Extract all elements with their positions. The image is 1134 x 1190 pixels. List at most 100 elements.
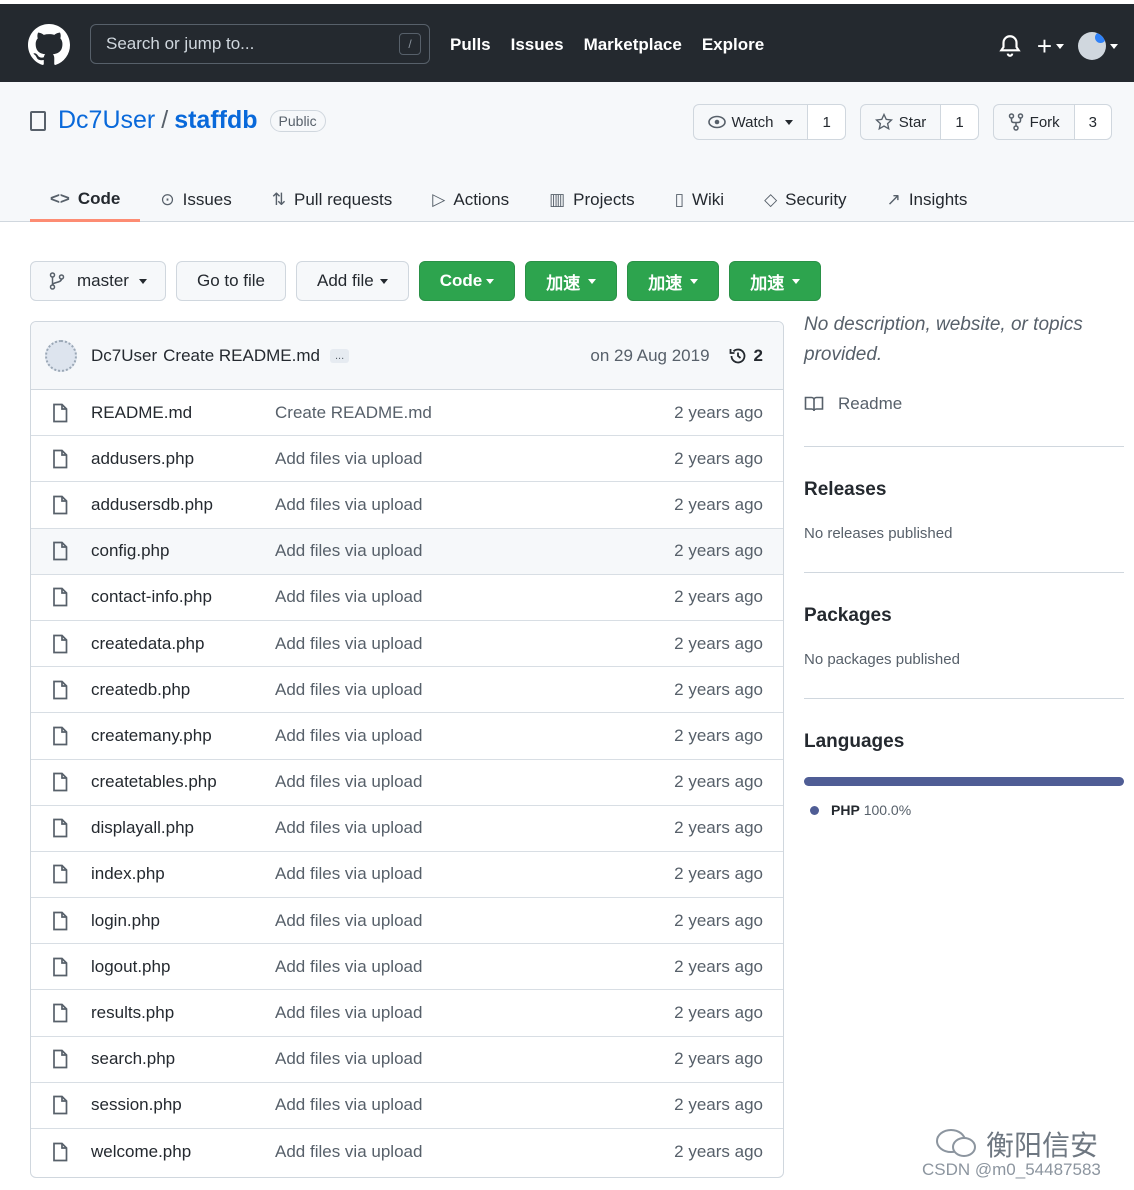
star-button[interactable]: Star (861, 105, 942, 139)
tab-security[interactable]: ◇ Security (744, 178, 867, 222)
star-button-group: Star 1 (859, 104, 979, 140)
file-commit-message-link[interactable]: Add files via upload (275, 541, 422, 561)
file-name-link[interactable]: index.php (91, 864, 275, 884)
file-commit-message-link[interactable]: Add files via upload (275, 726, 422, 746)
file-commit-message-link[interactable]: Add files via upload (275, 680, 422, 700)
star-count[interactable]: 1 (941, 105, 978, 139)
table-row[interactable]: addusersdb.php Add files via upload 2 year… (31, 482, 783, 529)
file-name-link[interactable]: session.php (91, 1095, 275, 1115)
create-new-menu[interactable]: + (1037, 33, 1064, 59)
commit-history-link[interactable]: 2 (728, 346, 763, 366)
code-button[interactable]: Code (418, 261, 516, 301)
releases-heading[interactable]: Releases (804, 479, 1124, 501)
file-icon (53, 726, 68, 746)
avatar[interactable] (45, 339, 77, 372)
file-commit-message-link[interactable]: Add files via upload (275, 495, 422, 515)
add-file-button[interactable]: Add file (296, 261, 409, 301)
fork-button[interactable]: Fork (994, 105, 1075, 139)
tab-projects[interactable]: ▥ Projects (529, 178, 654, 222)
fork-count[interactable]: 3 (1074, 105, 1111, 139)
file-commit-message-link[interactable]: Add files via upload (275, 911, 422, 931)
book-icon: ▯ (674, 190, 684, 209)
nav-pulls[interactable]: Pulls (450, 35, 491, 55)
file-name-link[interactable]: config.php (91, 541, 275, 561)
table-row[interactable]: index.php Add files via upload 2 years ago (31, 852, 783, 899)
go-to-file-button[interactable]: Go to file (175, 261, 287, 301)
branch-select-button[interactable]: master (30, 261, 166, 301)
watch-button[interactable]: Watch (694, 105, 809, 139)
tab-pull-requests[interactable]: ⇅ Pull requests (252, 178, 413, 222)
readme-link[interactable]: Readme (804, 394, 1124, 414)
tab-issues[interactable]: ⊙ Issues (140, 178, 251, 222)
packages-heading[interactable]: Packages (804, 605, 1124, 627)
table-row[interactable]: session.php Add files via upload 2 years a… (31, 1083, 783, 1129)
tab-insights[interactable]: ↗ Insights (867, 178, 988, 222)
file-name-link[interactable]: README.md (91, 403, 275, 423)
table-row[interactable]: config.php Add files via upload 2 years ag… (31, 528, 783, 575)
file-commit-message-link[interactable]: Add files via upload (275, 772, 422, 792)
commit-expand-button[interactable]: ... (329, 348, 350, 363)
file-commit-message-link[interactable]: Create README.md (275, 403, 432, 423)
table-row[interactable]: createtables.php Add files via upload 2 ye… (31, 760, 783, 806)
user-menu[interactable] (1078, 32, 1118, 60)
commit-date[interactable]: on 29 Aug 2019 (590, 346, 709, 366)
tab-actions[interactable]: ▷ Actions (412, 178, 529, 222)
file-name-link[interactable]: logout.php (91, 957, 275, 977)
language-item[interactable]: PHP 100.0% (810, 802, 1124, 818)
file-commit-message-link[interactable]: Add files via upload (275, 1003, 422, 1023)
table-row[interactable]: logout.php Add files via upload 2 years ag… (31, 944, 783, 991)
file-name-link[interactable]: createmany.php (91, 726, 275, 746)
file-name-link[interactable]: addusersdb.php (91, 495, 275, 515)
commit-author-link[interactable]: Dc7User (91, 346, 157, 366)
file-icon (53, 1142, 68, 1162)
file-name-link[interactable]: createdb.php (91, 680, 275, 700)
nav-issues[interactable]: Issues (511, 35, 564, 55)
nav-marketplace[interactable]: Marketplace (584, 35, 682, 55)
tab-wiki[interactable]: ▯ Wiki (655, 178, 744, 222)
table-row[interactable]: login.php Add files via upload 2 years ago (31, 898, 783, 945)
table-row[interactable]: displayall.php Add files via upload 2 year… (31, 806, 783, 852)
table-row[interactable]: results.php Add files via upload 2 years a… (31, 990, 783, 1037)
search-input[interactable]: Search or jump to... / (90, 24, 430, 64)
commit-message-link[interactable]: Create README.md (163, 346, 320, 366)
file-commit-message-link[interactable]: Add files via upload (275, 1049, 422, 1069)
file-name-link[interactable]: displayall.php (91, 818, 275, 838)
file-commit-message-link[interactable]: Add files via upload (275, 864, 422, 884)
table-row[interactable]: welcome.php Add files via upload 2 years a… (31, 1129, 783, 1175)
bell-icon[interactable] (997, 33, 1023, 59)
tab-code[interactable]: <> Code (30, 178, 141, 222)
table-row[interactable]: addusers.php Add files via upload 2 years … (31, 436, 783, 483)
accelerate-button-2[interactable]: 加速 (627, 261, 720, 301)
nav-explore[interactable]: Explore (702, 35, 764, 55)
file-commit-message-link[interactable]: Add files via upload (275, 587, 422, 607)
accelerate-button-3[interactable]: 加速 (729, 261, 822, 301)
file-name-link[interactable]: login.php (91, 911, 275, 931)
accelerate-button-1[interactable]: 加速 (525, 261, 618, 301)
file-name-link[interactable]: contact-info.php (91, 587, 275, 607)
file-commit-message-link[interactable]: Add files via upload (275, 818, 422, 838)
table-row[interactable]: search.php Add files via upload 2 years ag… (31, 1037, 783, 1083)
file-commit-message-link[interactable]: Add files via upload (275, 634, 422, 654)
watch-count[interactable]: 1 (808, 105, 845, 139)
github-logo-icon[interactable] (28, 24, 70, 66)
file-commit-time: 2 years ago (674, 633, 763, 653)
file-name-link[interactable]: addusers.php (91, 449, 275, 469)
repo-owner-link[interactable]: Dc7User (58, 106, 155, 135)
repo-name-link[interactable]: staffdb (174, 106, 257, 135)
file-name-link[interactable]: welcome.php (91, 1142, 275, 1162)
file-name-link[interactable]: createdata.php (91, 634, 275, 654)
table-row[interactable]: createdb.php Add files via upload 2 years … (31, 667, 783, 714)
chevron-down-icon (1056, 43, 1064, 49)
file-commit-message-link[interactable]: Add files via upload (275, 1095, 422, 1115)
file-commit-message-link[interactable]: Add files via upload (275, 957, 422, 977)
file-name-link[interactable]: createtables.php (91, 772, 275, 792)
file-commit-message-link[interactable]: Add files via upload (275, 1142, 422, 1162)
file-name-link[interactable]: search.php (91, 1049, 275, 1069)
table-row[interactable]: contact-info.php Add files via upload 2 ye… (31, 575, 783, 621)
table-row[interactable]: README.md Create README.md 2 years ago (31, 390, 783, 437)
table-row[interactable]: createmany.php Add files via upload 2 year… (31, 713, 783, 760)
tab-label: Insights (908, 190, 968, 209)
table-row[interactable]: createdata.php Add files via upload 2 year… (31, 621, 783, 668)
file-name-link[interactable]: results.php (91, 1003, 275, 1023)
file-commit-message-link[interactable]: Add files via upload (275, 449, 422, 469)
